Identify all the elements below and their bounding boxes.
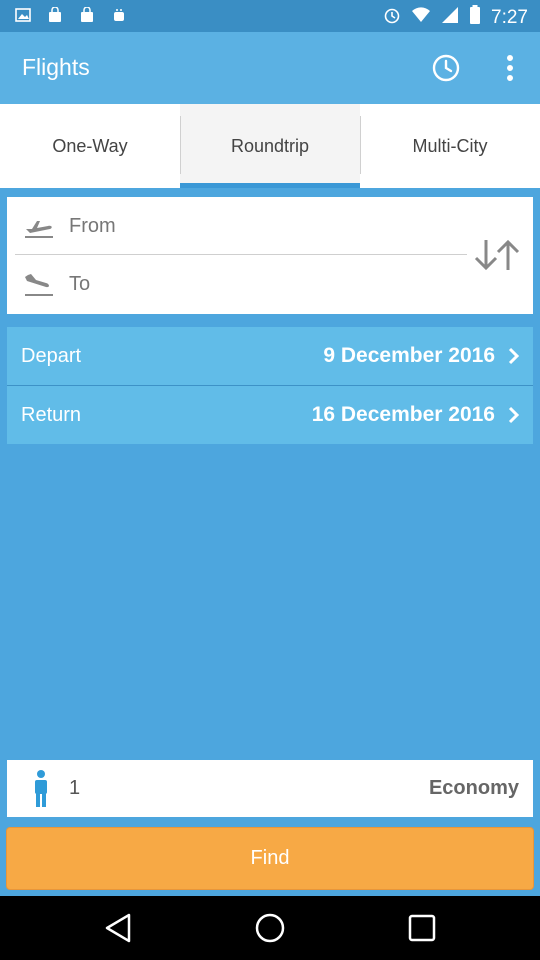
recents-button[interactable] bbox=[402, 908, 442, 948]
trip-type-tabs: One-Way Roundtrip Multi-City bbox=[0, 104, 540, 188]
recents-square-icon bbox=[408, 914, 436, 942]
wifi-icon bbox=[411, 6, 431, 30]
return-date-value: 16 December 2016 bbox=[311, 403, 495, 426]
return-date-row[interactable]: Return 16 December 2016 bbox=[7, 386, 533, 444]
history-icon bbox=[432, 54, 460, 82]
battery-icon bbox=[469, 5, 481, 31]
takeoff-icon bbox=[21, 211, 57, 241]
signal-icon bbox=[441, 6, 459, 30]
to-field[interactable]: To bbox=[7, 255, 467, 313]
landing-icon bbox=[21, 269, 57, 299]
depart-date-value: 9 December 2016 bbox=[323, 344, 495, 367]
chevron-right-icon bbox=[495, 327, 533, 385]
image-notification-icon bbox=[14, 6, 32, 24]
bag-notification-icon bbox=[46, 6, 64, 24]
tab-one-way[interactable]: One-Way bbox=[0, 104, 180, 188]
from-label: From bbox=[69, 214, 116, 237]
cabin-class: Economy bbox=[428, 777, 519, 799]
history-button[interactable] bbox=[424, 46, 468, 90]
status-bar: 7:27 bbox=[0, 0, 540, 32]
home-circle-icon bbox=[255, 913, 285, 943]
swap-route-button[interactable] bbox=[469, 235, 525, 275]
alarm-icon bbox=[383, 6, 401, 30]
depart-label: Depart bbox=[21, 344, 82, 367]
chevron-right-icon bbox=[495, 386, 533, 444]
passenger-class-selector[interactable]: 1 Economy bbox=[7, 760, 533, 817]
find-button[interactable]: Find bbox=[6, 827, 534, 890]
tab-multi-city[interactable]: Multi-City bbox=[360, 104, 540, 188]
app-bar: Flights bbox=[0, 32, 540, 104]
return-label: Return bbox=[21, 403, 82, 426]
person-icon bbox=[27, 769, 55, 808]
depart-date-row[interactable]: Depart 9 December 2016 bbox=[7, 327, 533, 385]
app-title: Flights bbox=[22, 54, 90, 80]
more-options-button[interactable] bbox=[488, 46, 532, 90]
tab-roundtrip[interactable]: Roundtrip bbox=[180, 104, 360, 188]
to-label: To bbox=[69, 272, 91, 295]
navigation-bar bbox=[0, 896, 540, 960]
status-time: 7:27 bbox=[491, 7, 528, 28]
from-field[interactable]: From bbox=[7, 197, 467, 255]
back-triangle-icon bbox=[105, 913, 131, 943]
swap-arrows-icon bbox=[474, 239, 520, 271]
home-button[interactable] bbox=[250, 908, 290, 948]
more-vert-icon bbox=[507, 55, 513, 81]
back-button[interactable] bbox=[98, 908, 138, 948]
bag-notification-icon bbox=[78, 6, 96, 24]
android-notification-icon bbox=[110, 6, 128, 24]
passenger-count: 1 bbox=[69, 777, 81, 799]
route-card: From To bbox=[7, 197, 533, 314]
